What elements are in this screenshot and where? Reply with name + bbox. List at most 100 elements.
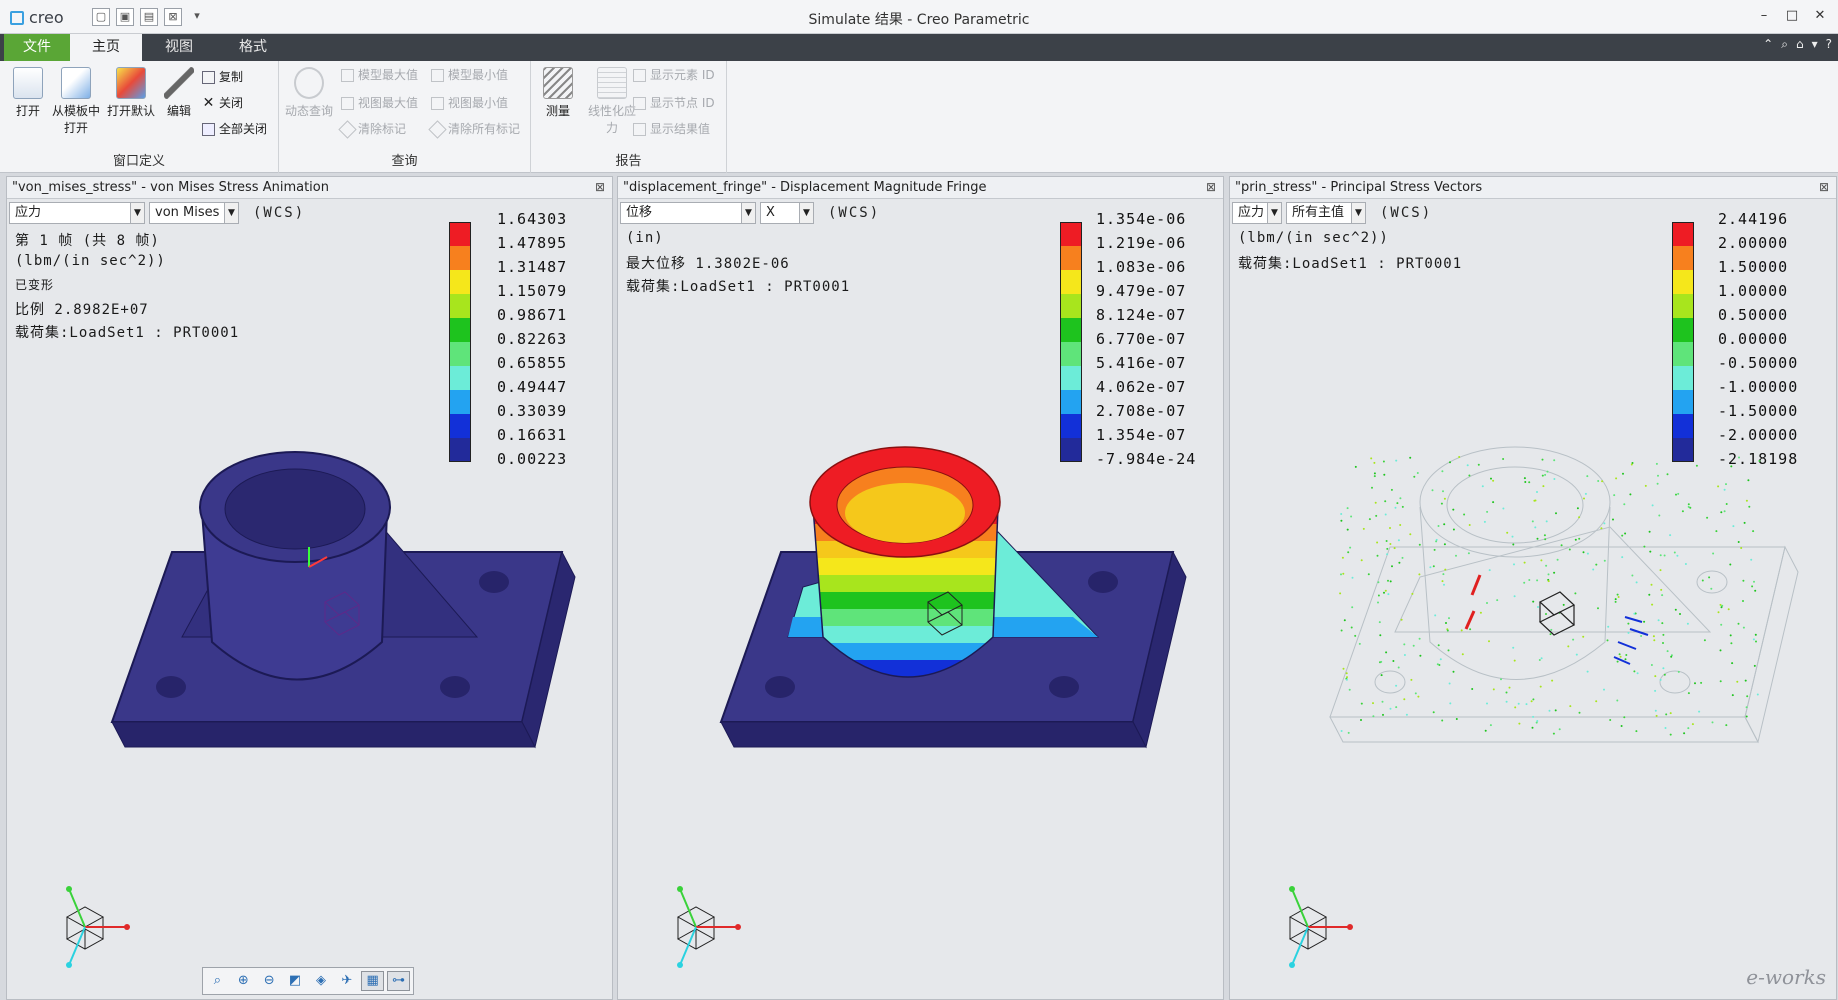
result-type-dropdown[interactable]: 位移 ▼ [620, 202, 756, 224]
close-button[interactable]: ✕ [1810, 6, 1830, 26]
show-result-value-button[interactable]: 显示结果值 [633, 119, 710, 139]
chevron-down-icon: ▼ [799, 203, 813, 223]
ribbon-tabs: 文件 主页 视图 格式 ⌃ ⌕ ⌂ ▾ ? [0, 34, 1838, 61]
component-dropdown[interactable]: von Mises ▼ [149, 202, 239, 224]
show-node-id-button[interactable]: 显示节点 ID [633, 93, 715, 113]
deformed-info: 已变形 [15, 278, 55, 292]
legend-value: 1.00000 [1718, 282, 1789, 300]
measure-icon [543, 67, 573, 99]
minimize-button[interactable]: – [1754, 6, 1774, 26]
close-panel-icon[interactable]: ⊠ [1204, 180, 1218, 194]
show-element-id-button[interactable]: 显示元素 ID [633, 65, 715, 85]
loadset-info: 载荷集:LoadSet1 : PRT0001 [626, 279, 851, 295]
clear-mark-button[interactable]: 清除标记 [338, 119, 406, 139]
tab-format[interactable]: 格式 [216, 34, 290, 61]
save-as-icon[interactable]: ▤ [140, 8, 158, 26]
refit-icon[interactable]: ⌕ [206, 971, 229, 991]
panel-von-mises[interactable]: "von_mises_stress" - von Mises Stress An… [6, 176, 613, 1000]
result-type-dropdown[interactable]: 应力 ▼ [1232, 202, 1282, 224]
legend-swatch [1060, 390, 1082, 414]
panel-principal-stress[interactable]: "prin_stress" - Principal Stress Vectors… [1229, 176, 1837, 1000]
close-all-button[interactable]: 全部关闭 [202, 119, 267, 139]
search-icon[interactable]: ⌕ [1781, 37, 1788, 52]
open-label: 打开 [15, 104, 40, 118]
component-dropdown[interactable]: 所有主值 ▼ [1286, 202, 1366, 224]
spin-center-icon[interactable]: ✈ [335, 971, 358, 991]
view-min-label: 视图最小值 [448, 96, 509, 110]
model-min-button[interactable]: 模型最小值 [431, 65, 508, 85]
display-style-icon[interactable]: ▦ [361, 971, 385, 991]
legend-swatch [1060, 270, 1082, 294]
collapse-ribbon-icon[interactable]: ⌃ [1763, 37, 1773, 52]
component-value: von Mises [155, 205, 220, 220]
open-button[interactable]: 打开 [4, 67, 52, 119]
legend-swatch [449, 294, 471, 318]
close-view-button[interactable]: ✕ 关闭 [202, 93, 243, 113]
view-min-button[interactable]: 视图最小值 [431, 93, 508, 113]
close-all-icon [202, 122, 215, 136]
dynamic-query-button[interactable]: 动态查询 [283, 67, 335, 119]
saved-orientations-icon[interactable]: ◈ [310, 971, 333, 991]
options-dropdown-icon[interactable]: ▾ [1812, 37, 1818, 52]
group-label-report: 报告 [615, 154, 642, 169]
open-from-template-button[interactable]: 从模板中 打开 [50, 67, 102, 136]
zoom-in-icon[interactable]: ⊕ [232, 971, 255, 991]
view-max-button[interactable]: 视图最大值 [341, 93, 418, 113]
quick-access-toolbar: ▢ ▣ ▤ ⊠ ▾ [92, 8, 206, 26]
close-panel-icon[interactable]: ⊠ [593, 180, 607, 194]
legend-swatch [1672, 366, 1694, 390]
copy-button[interactable]: 复制 [202, 67, 243, 87]
tab-view[interactable]: 视图 [142, 34, 216, 61]
logo-text: creo [29, 8, 64, 27]
measure-button[interactable]: 测量 [535, 67, 581, 119]
legend-value: 5.416e-07 [1096, 354, 1187, 372]
model-max-button[interactable]: 模型最大值 [341, 65, 418, 85]
open-default-button[interactable]: 打开默认 [104, 67, 158, 119]
help-icon[interactable]: ? [1826, 37, 1832, 52]
legend-swatch [1060, 342, 1082, 366]
copy-icon [202, 70, 215, 84]
pencil-icon [164, 67, 194, 99]
zoom-out-icon[interactable]: ⊖ [258, 971, 281, 991]
legend-value: 0.82263 [497, 330, 568, 348]
tab-home[interactable]: 主页 [70, 34, 142, 61]
result-type-dropdown[interactable]: 应力 ▼ [9, 202, 145, 224]
watermark-logo: e-works [1746, 965, 1826, 989]
legend-swatch [1060, 294, 1082, 318]
title-bar: creo ▢ ▣ ▤ ⊠ ▾ Simulate 结果 - Creo Parame… [0, 0, 1838, 34]
node-id-icon [633, 96, 646, 110]
new-file-icon[interactable]: ▢ [92, 8, 110, 26]
legend-swatch [1672, 318, 1694, 342]
window-title: Simulate 结果 - Creo Parametric [808, 12, 1030, 28]
units-info: (in) [626, 230, 664, 246]
open-default-icon [116, 67, 146, 99]
group-report: 测量 线性化应 力 显示元素 ID 显示节点 ID 显示结果值 报告 [531, 61, 727, 173]
close-window-icon[interactable]: ⊠ [164, 8, 182, 26]
legend-swatch [1672, 270, 1694, 294]
coordinate-triad-icon [1288, 886, 1353, 968]
repaint-icon[interactable]: ◩ [284, 971, 307, 991]
frame-info: 第 1 帧 (共 8 帧) [15, 233, 160, 249]
close-label: 关闭 [219, 96, 244, 110]
learning-icon[interactable]: ⌂ [1796, 37, 1804, 52]
maximize-button[interactable]: □ [1782, 6, 1802, 26]
qat-dropdown-icon[interactable]: ▾ [188, 8, 206, 26]
legend-value: 9.479e-07 [1096, 282, 1187, 300]
dynamic-query-label: 动态查询 [284, 104, 333, 118]
edit-button[interactable]: 编辑 [158, 67, 200, 119]
tab-file[interactable]: 文件 [4, 34, 70, 61]
close-panel-icon[interactable]: ⊠ [1817, 180, 1831, 194]
model-max-label: 模型最大值 [358, 68, 419, 82]
save-icon[interactable]: ▣ [116, 8, 134, 26]
datum-display-icon[interactable]: ⊶ [387, 971, 410, 991]
show-element-id-label: 显示元素 ID [650, 68, 715, 82]
legend-value: 8.124e-07 [1096, 306, 1187, 324]
component-dropdown[interactable]: X ▼ [760, 202, 814, 224]
legend-swatch [1060, 222, 1082, 246]
panel-displacement[interactable]: "displacement_fringe" - Displacement Mag… [617, 176, 1224, 1000]
legend-swatch [1672, 222, 1694, 246]
creo-logo: creo [10, 8, 64, 27]
scale-info: 比例 2.8982E+07 [15, 302, 149, 318]
clear-all-marks-button[interactable]: 清除所有标记 [428, 119, 520, 139]
legend-swatch [1672, 246, 1694, 270]
